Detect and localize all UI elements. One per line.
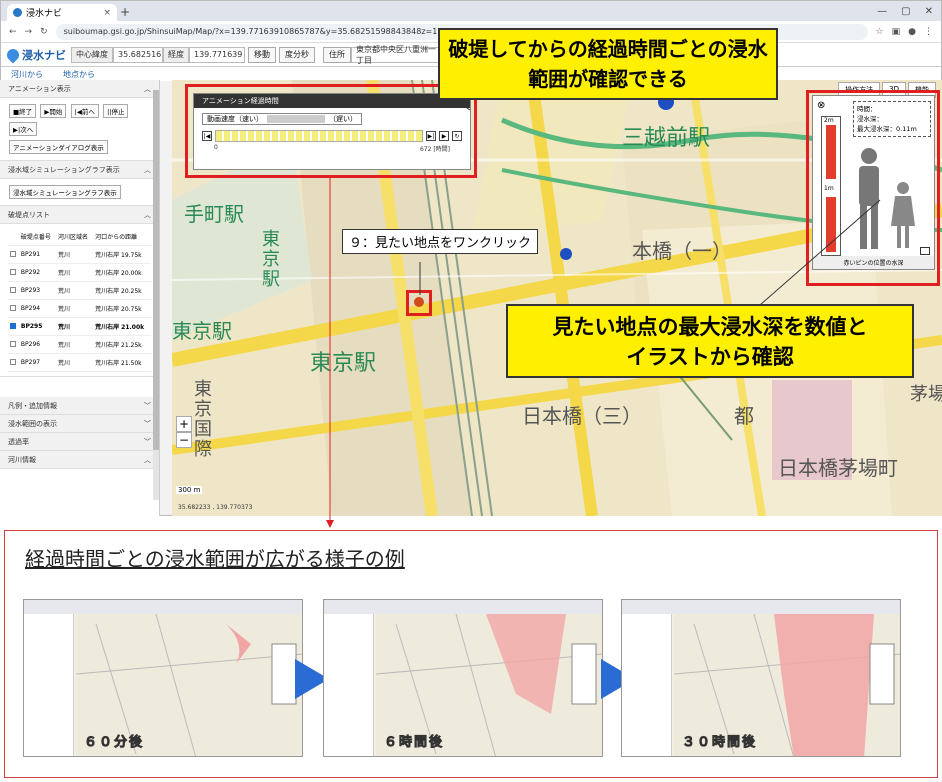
callout-max-depth: 見たい地点の最大浸水深を数値とイラストから確認 (506, 304, 914, 378)
callout-click-point: ９：見たい地点をワンクリック (342, 229, 539, 254)
thumbnail-6h: ６時間後 (323, 599, 603, 757)
example-title: 経過時間ごとの浸水範囲が広がる様子の例 (25, 547, 405, 571)
thumbnail-label: ６０分後 (84, 735, 145, 751)
example-section: 経過時間ごとの浸水範囲が広がる様子の例 ６０分後 ６時間後 ３０時間後 (4, 530, 938, 778)
thumbnail-60min: ６０分後 (23, 599, 303, 757)
thumbnail-label: ３０時間後 (682, 735, 758, 751)
callout-elapsed-time: 破堤してからの経過時間ごとの浸水範囲が確認できる (438, 28, 778, 100)
thumbnail-label: ６時間後 (384, 735, 445, 751)
thumbnail-30h: ３０時間後 (621, 599, 901, 757)
